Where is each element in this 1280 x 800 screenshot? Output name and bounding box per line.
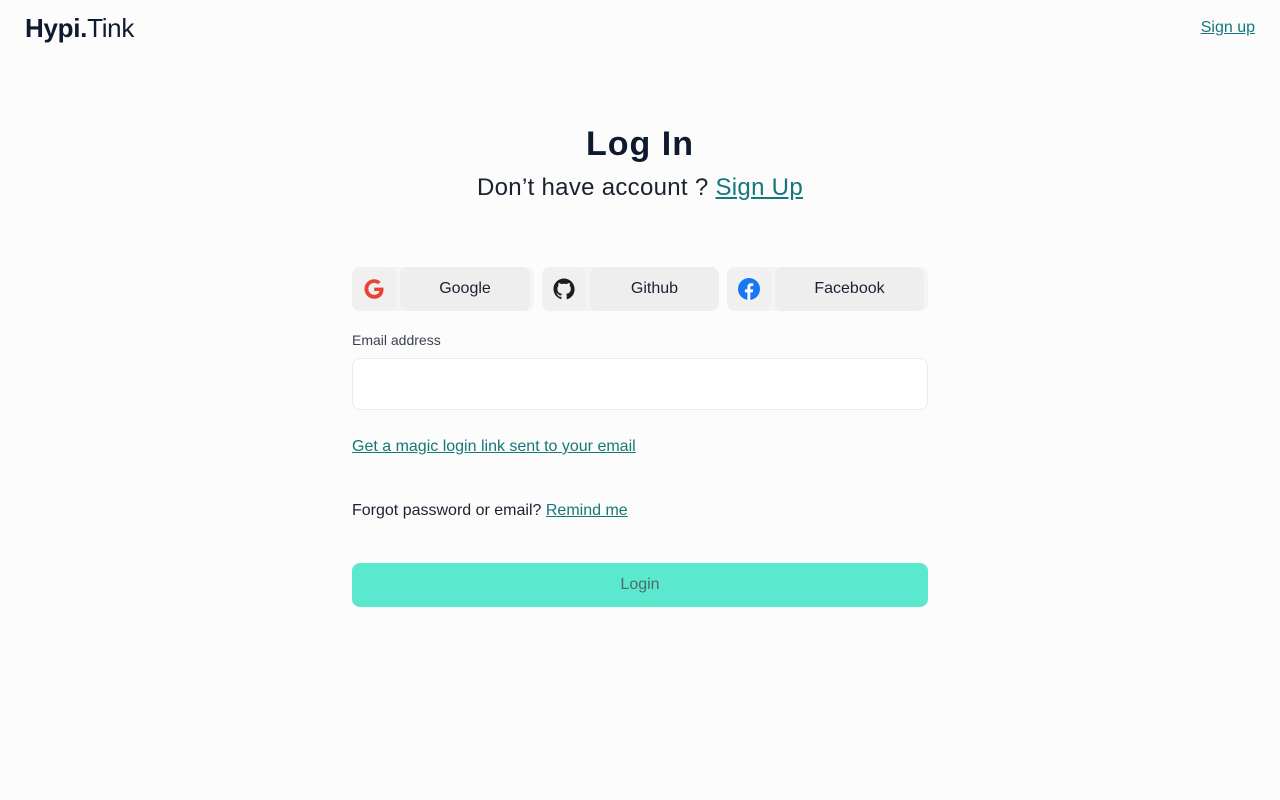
forgot-text: Forgot password or email? [352,502,542,519]
logo-light: Tink [87,13,135,43]
signup-link[interactable]: Sign Up [715,174,802,201]
title-block: Log In Don’t have account ? Sign Up [0,122,1280,205]
github-login-button[interactable]: Github [542,267,719,311]
github-label: Github [590,267,719,311]
logo[interactable]: Hypi.Tink [25,12,134,44]
subtitle-text: Don’t have account ? [477,174,709,201]
google-login-button[interactable]: Google [352,267,534,311]
facebook-login-button[interactable]: Facebook [727,267,928,311]
social-login-row: Google Github Facebook [352,267,928,311]
google-icon [352,267,396,311]
forgot-password-row: Forgot password or email? Remind me [352,502,928,520]
email-label: Email address [352,332,441,348]
subtitle: Don’t have account ? Sign Up [0,171,1280,205]
logo-bold: Hypi. [25,13,88,43]
github-icon [542,267,586,311]
login-form: Google Github Facebook Email address Get… [352,267,928,607]
facebook-icon [727,267,771,311]
header-signup-link[interactable]: Sign up [1201,19,1255,37]
top-bar: Hypi.Tink Sign up [0,0,1280,58]
page-title: Log In [586,125,694,163]
remind-me-link[interactable]: Remind me [546,502,628,519]
email-field[interactable] [352,358,928,410]
magic-link[interactable]: Get a magic login link sent to your emai… [352,438,636,456]
google-label: Google [400,267,530,311]
facebook-label: Facebook [775,267,924,311]
login-button[interactable]: Login [352,563,928,607]
